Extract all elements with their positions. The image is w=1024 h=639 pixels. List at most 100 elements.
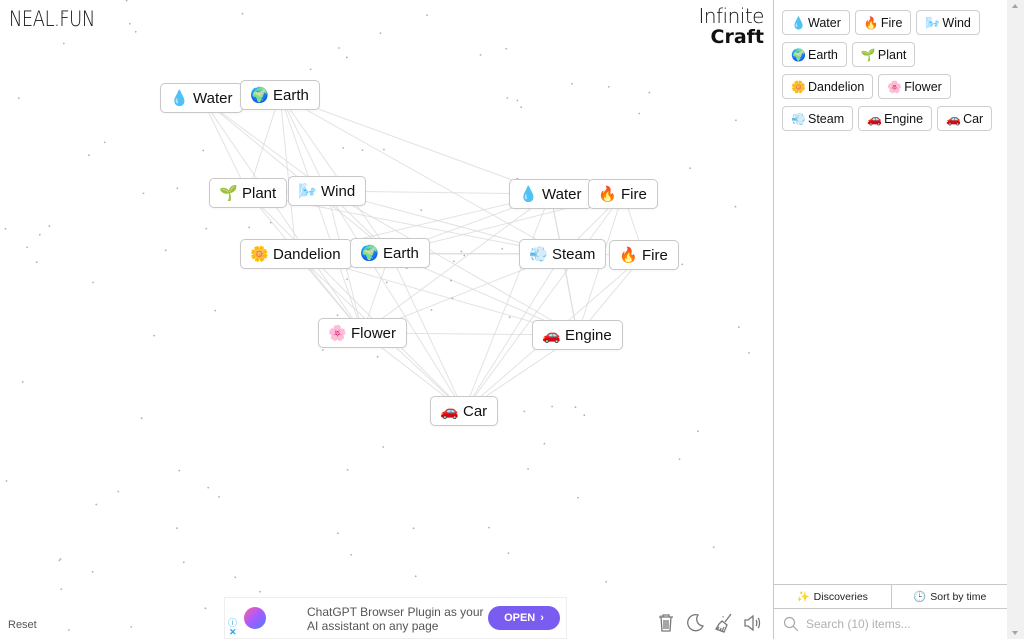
sidebar-item[interactable]: 💨 Steam: [782, 106, 854, 131]
instance-label: Wind: [321, 182, 356, 200]
background-particle: [142, 192, 145, 195]
ad-open-button[interactable]: OPEN ›: [488, 606, 560, 630]
background-particle: [385, 281, 388, 284]
infinite-craft-title: Infinite Craft: [698, 6, 764, 48]
background-particle: [178, 469, 181, 472]
background-particle: [450, 279, 452, 282]
background-particle: [17, 97, 20, 100]
sidebar-item[interactable]: 🔥 Fire: [854, 10, 912, 35]
canvas-instance[interactable]: 🌬️ Wind: [288, 176, 367, 206]
sidebar-item[interactable]: 💧 Water: [782, 10, 850, 35]
background-particle: [48, 225, 51, 228]
dandelion-flower-icon: 🌼: [250, 245, 269, 263]
sidebar-tabs: ✨ Discoveries 🕒 Sort by time: [774, 584, 1008, 608]
canvas-instance[interactable]: 🌍 Earth: [350, 238, 430, 268]
background-particle: [309, 68, 312, 71]
background-particle: [453, 260, 455, 263]
background-particle: [38, 233, 41, 236]
background-particle: [337, 532, 339, 535]
instance-label: Water: [193, 89, 233, 107]
sidebar-item[interactable]: 🌍 Earth: [782, 42, 847, 67]
broom-icon[interactable]: [714, 612, 734, 634]
canvas-instance[interactable]: 💧 Water: [509, 179, 593, 209]
instance-label: Engine: [565, 326, 612, 344]
background-particle: [638, 112, 641, 115]
background-particle: [571, 82, 573, 85]
background-particle: [523, 410, 526, 413]
craft-canvas[interactable]: NEAL.FUN Infinite Craft 💧 Water 🌍 Earth 🌱 P…: [0, 0, 773, 639]
connection-line: [247, 192, 465, 412]
toolbar: [656, 612, 763, 634]
background-particle: [125, 0, 128, 2]
brain-logo-icon: [244, 607, 266, 629]
tab-discoveries[interactable]: ✨ Discoveries: [774, 585, 891, 608]
background-particle: [527, 468, 529, 470]
background-particle: [382, 446, 385, 448]
sidebar-item[interactable]: 🚗 Engine: [858, 106, 933, 131]
background-particle: [460, 250, 463, 253]
canvas-instance[interactable]: 🌱 Plant: [209, 178, 288, 208]
sidebar-item[interactable]: 🌱 Plant: [851, 42, 916, 67]
background-particle: [607, 86, 610, 88]
background-particle: [451, 297, 454, 300]
background-particle: [712, 546, 715, 549]
background-particle: [463, 254, 466, 257]
background-particle: [689, 167, 691, 170]
canvas-instance[interactable]: 💧 Water: [160, 83, 244, 113]
background-particle: [134, 30, 137, 33]
background-particle: [202, 149, 205, 152]
car-icon: 🚗: [440, 402, 459, 420]
sidebar-scrollbar[interactable]: [1007, 0, 1024, 639]
scroll-down-arrow-icon[interactable]: [1012, 631, 1018, 635]
background-particle: [5, 480, 8, 482]
canvas-instance[interactable]: 🚗 Car: [430, 396, 499, 426]
speaker-icon[interactable]: [743, 612, 763, 634]
canvas-instance[interactable]: 🌼 Dandelion: [240, 239, 352, 269]
tab-discoveries-label: Discoveries: [813, 590, 868, 603]
earth-globe-icon: 🌍: [360, 244, 379, 262]
moon-icon[interactable]: [685, 612, 705, 634]
sidebar-item[interactable]: 🌼 Dandelion: [782, 74, 874, 99]
scroll-up-arrow-icon[interactable]: [1012, 4, 1018, 8]
background-particle: [577, 496, 579, 499]
background-particle: [379, 32, 382, 34]
canvas-instance[interactable]: 🌸 Flower: [318, 318, 408, 348]
background-particle: [350, 553, 353, 556]
background-particle: [164, 249, 167, 252]
tab-sort-label: Sort by time: [930, 590, 987, 603]
chevron-right-icon: ›: [540, 612, 544, 624]
sparkles-icon: ✨: [796, 591, 810, 603]
background-particle: [748, 352, 750, 354]
instance-label: Dandelion: [273, 245, 341, 263]
sidebar-item[interactable]: 🚗 Car: [937, 106, 993, 131]
item-label: Fire: [880, 15, 903, 30]
trash-icon[interactable]: [656, 612, 676, 634]
canvas-instance[interactable]: 🚗 Engine: [532, 320, 623, 350]
canvas-instance[interactable]: 🔥 Fire: [609, 240, 679, 270]
canvas-instance[interactable]: 🔥 Fire: [588, 179, 658, 209]
background-particle: [35, 261, 38, 264]
item-label: Steam: [808, 111, 845, 126]
ad-close-icon[interactable]: ✕: [229, 627, 237, 638]
sidebar-item[interactable]: 🌬️ Wind: [916, 10, 980, 35]
background-particle: [516, 99, 519, 102]
canvas-instance[interactable]: 💨 Steam: [519, 239, 607, 269]
canvas-instance[interactable]: 🌍 Earth: [240, 80, 320, 110]
car-icon: 🚗: [946, 111, 962, 126]
background-particle: [241, 12, 244, 15]
earth-globe-icon: 🌍: [791, 47, 806, 62]
search-input[interactable]: [806, 617, 986, 631]
neal-fun-logo[interactable]: NEAL.FUN: [9, 7, 95, 31]
instance-label: Car: [463, 402, 488, 420]
background-particle: [697, 430, 699, 433]
car-icon: 🚗: [867, 111, 883, 126]
instance-label: Fire: [642, 246, 668, 264]
tab-sort-by-time[interactable]: 🕒 Sort by time: [890, 585, 1009, 608]
reset-button[interactable]: Reset: [8, 619, 37, 631]
sidebar-item[interactable]: 🌸 Flower: [878, 74, 951, 99]
ad-banner[interactable]: ⓘ ✕ ChatGPT Browser Plugin as your AI as…: [224, 597, 567, 639]
background-particle: [346, 469, 349, 471]
background-particle: [605, 580, 608, 583]
sidebar: 💧 Water 🔥 Fire 🌬️ Wind 🌍 Earth 🌱 Plant 🌼 Dande…: [773, 0, 1024, 639]
steam-puff-icon: 💨: [791, 111, 806, 126]
